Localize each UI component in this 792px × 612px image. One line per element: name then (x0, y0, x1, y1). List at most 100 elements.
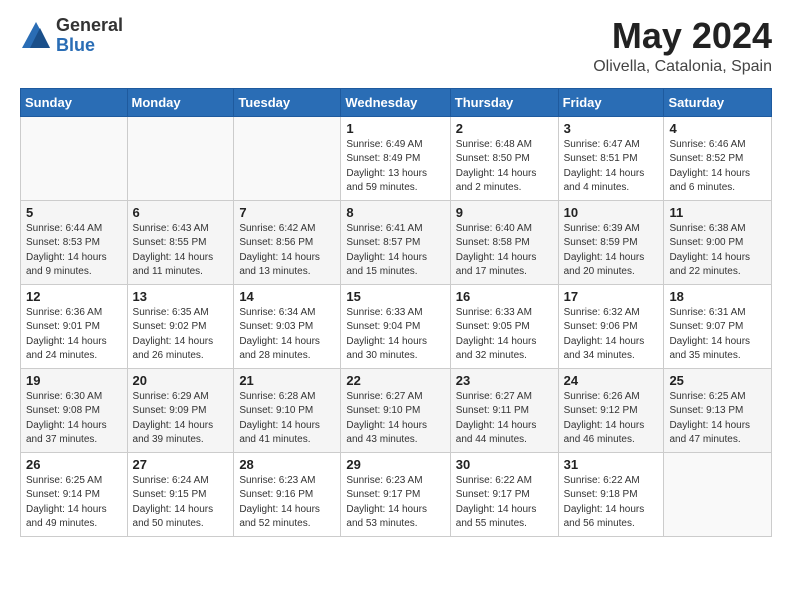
day-info: Sunrise: 6:39 AM Sunset: 8:59 PM Dayligh… (564, 222, 659, 280)
table-row: 23 Sunrise: 6:27 AM Sunset: 9:11 PM Dayli… (450, 368, 558, 452)
header-sunday: Sunday (21, 88, 128, 116)
day-info: Sunrise: 6:43 AM Sunset: 8:55 PM Dayligh… (133, 222, 229, 280)
day-number: 19 (26, 373, 122, 388)
calendar-week-row: 26 Sunrise: 6:25 AM Sunset: 9:14 PM Dayli… (21, 452, 772, 536)
calendar-week-row: 19 Sunrise: 6:30 AM Sunset: 9:08 PM Dayli… (21, 368, 772, 452)
day-number: 15 (346, 289, 444, 304)
day-number: 11 (669, 205, 766, 220)
day-info: Sunrise: 6:29 AM Sunset: 9:09 PM Dayligh… (133, 390, 229, 448)
logo: General Blue (20, 16, 123, 56)
day-number: 6 (133, 205, 229, 220)
day-number: 4 (669, 121, 766, 136)
day-number: 12 (26, 289, 122, 304)
header-wednesday: Wednesday (341, 88, 450, 116)
day-info: Sunrise: 6:33 AM Sunset: 9:04 PM Dayligh… (346, 306, 444, 364)
header-thursday: Thursday (450, 88, 558, 116)
day-info: Sunrise: 6:40 AM Sunset: 8:58 PM Dayligh… (456, 222, 553, 280)
day-info: Sunrise: 6:23 AM Sunset: 9:17 PM Dayligh… (346, 474, 444, 532)
table-row: 30 Sunrise: 6:22 AM Sunset: 9:17 PM Dayli… (450, 452, 558, 536)
table-row (127, 116, 234, 200)
table-row: 6 Sunrise: 6:43 AM Sunset: 8:55 PM Daylig… (127, 200, 234, 284)
header-tuesday: Tuesday (234, 88, 341, 116)
day-info: Sunrise: 6:22 AM Sunset: 9:17 PM Dayligh… (456, 474, 553, 532)
table-row: 19 Sunrise: 6:30 AM Sunset: 9:08 PM Dayli… (21, 368, 128, 452)
table-row: 1Sunrise: 6:49 AM Sunset: 8:49 PM Daylig… (341, 116, 450, 200)
day-number: 28 (239, 457, 335, 472)
day-number: 8 (346, 205, 444, 220)
table-row: 4 Sunrise: 6:46 AM Sunset: 8:52 PM Daylig… (664, 116, 772, 200)
day-number: 16 (456, 289, 553, 304)
day-number: 23 (456, 373, 553, 388)
day-info: Sunrise: 6:36 AM Sunset: 9:01 PM Dayligh… (26, 306, 122, 364)
calendar-week-row: 1Sunrise: 6:49 AM Sunset: 8:49 PM Daylig… (21, 116, 772, 200)
table-row: 17 Sunrise: 6:32 AM Sunset: 9:06 PM Dayli… (558, 284, 664, 368)
table-row: 21 Sunrise: 6:28 AM Sunset: 9:10 PM Dayli… (234, 368, 341, 452)
table-row (234, 116, 341, 200)
table-row: 18 Sunrise: 6:31 AM Sunset: 9:07 PM Dayli… (664, 284, 772, 368)
table-row: 2Sunrise: 6:48 AM Sunset: 8:50 PM Daylig… (450, 116, 558, 200)
day-number: 9 (456, 205, 553, 220)
table-row: 14Sunrise: 6:34 AM Sunset: 9:03 PM Dayli… (234, 284, 341, 368)
logo-text: General Blue (56, 16, 123, 56)
day-info: Sunrise: 6:25 AM Sunset: 9:14 PM Dayligh… (26, 474, 122, 532)
day-info: Sunrise: 6:32 AM Sunset: 9:06 PM Dayligh… (564, 306, 659, 364)
day-info: Sunrise: 6:25 AM Sunset: 9:13 PM Dayligh… (669, 390, 766, 448)
day-number: 7 (239, 205, 335, 220)
table-row: 26 Sunrise: 6:25 AM Sunset: 9:14 PM Dayli… (21, 452, 128, 536)
day-info: Sunrise: 6:42 AM Sunset: 8:56 PM Dayligh… (239, 222, 335, 280)
day-number: 24 (564, 373, 659, 388)
table-row: 11Sunrise: 6:38 AM Sunset: 9:00 PM Dayli… (664, 200, 772, 284)
table-row (21, 116, 128, 200)
day-info: Sunrise: 6:30 AM Sunset: 9:08 PM Dayligh… (26, 390, 122, 448)
location-title: Olivella, Catalonia, Spain (593, 58, 772, 76)
title-block: May 2024 Olivella, Catalonia, Spain (593, 16, 772, 76)
table-row: 9 Sunrise: 6:40 AM Sunset: 8:58 PM Daylig… (450, 200, 558, 284)
day-info: Sunrise: 6:33 AM Sunset: 9:05 PM Dayligh… (456, 306, 553, 364)
day-number: 29 (346, 457, 444, 472)
table-row: 28 Sunrise: 6:23 AM Sunset: 9:16 PM Dayli… (234, 452, 341, 536)
day-info: Sunrise: 6:27 AM Sunset: 9:11 PM Dayligh… (456, 390, 553, 448)
calendar-week-row: 12 Sunrise: 6:36 AM Sunset: 9:01 PM Dayli… (21, 284, 772, 368)
day-number: 10 (564, 205, 659, 220)
table-row: 20 Sunrise: 6:29 AM Sunset: 9:09 PM Dayli… (127, 368, 234, 452)
table-row: 8 Sunrise: 6:41 AM Sunset: 8:57 PM Daylig… (341, 200, 450, 284)
day-number: 3 (564, 121, 659, 136)
day-number: 5 (26, 205, 122, 220)
day-info: Sunrise: 6:48 AM Sunset: 8:50 PM Dayligh… (456, 138, 553, 196)
day-number: 22 (346, 373, 444, 388)
table-row: 16 Sunrise: 6:33 AM Sunset: 9:05 PM Dayli… (450, 284, 558, 368)
day-number: 17 (564, 289, 659, 304)
day-number: 30 (456, 457, 553, 472)
day-info: Sunrise: 6:47 AM Sunset: 8:51 PM Dayligh… (564, 138, 659, 196)
month-title: May 2024 (593, 16, 772, 56)
day-info: Sunrise: 6:34 AM Sunset: 9:03 PM Dayligh… (239, 306, 335, 364)
header-friday: Friday (558, 88, 664, 116)
table-row: 13Sunrise: 6:35 AM Sunset: 9:02 PM Dayli… (127, 284, 234, 368)
day-info: Sunrise: 6:28 AM Sunset: 9:10 PM Dayligh… (239, 390, 335, 448)
day-number: 27 (133, 457, 229, 472)
table-row: 12 Sunrise: 6:36 AM Sunset: 9:01 PM Dayli… (21, 284, 128, 368)
day-info: Sunrise: 6:46 AM Sunset: 8:52 PM Dayligh… (669, 138, 766, 196)
day-info: Sunrise: 6:41 AM Sunset: 8:57 PM Dayligh… (346, 222, 444, 280)
table-row: 22Sunrise: 6:27 AM Sunset: 9:10 PM Dayli… (341, 368, 450, 452)
day-number: 25 (669, 373, 766, 388)
table-row: 31Sunrise: 6:22 AM Sunset: 9:18 PM Dayli… (558, 452, 664, 536)
calendar: Sunday Monday Tuesday Wednesday Thursday… (20, 88, 772, 537)
day-number: 1 (346, 121, 444, 136)
logo-blue: Blue (56, 36, 123, 56)
day-number: 20 (133, 373, 229, 388)
day-info: Sunrise: 6:35 AM Sunset: 9:02 PM Dayligh… (133, 306, 229, 364)
day-info: Sunrise: 6:31 AM Sunset: 9:07 PM Dayligh… (669, 306, 766, 364)
table-row: 15 Sunrise: 6:33 AM Sunset: 9:04 PM Dayli… (341, 284, 450, 368)
table-row: 3 Sunrise: 6:47 AM Sunset: 8:51 PM Daylig… (558, 116, 664, 200)
day-number: 18 (669, 289, 766, 304)
day-number: 26 (26, 457, 122, 472)
day-info: Sunrise: 6:24 AM Sunset: 9:15 PM Dayligh… (133, 474, 229, 532)
table-row (664, 452, 772, 536)
table-row: 5Sunrise: 6:44 AM Sunset: 8:53 PM Daylig… (21, 200, 128, 284)
day-info: Sunrise: 6:23 AM Sunset: 9:16 PM Dayligh… (239, 474, 335, 532)
table-row: 24Sunrise: 6:26 AM Sunset: 9:12 PM Dayli… (558, 368, 664, 452)
day-number: 21 (239, 373, 335, 388)
logo-icon (20, 20, 52, 52)
table-row: 27 Sunrise: 6:24 AM Sunset: 9:15 PM Dayli… (127, 452, 234, 536)
